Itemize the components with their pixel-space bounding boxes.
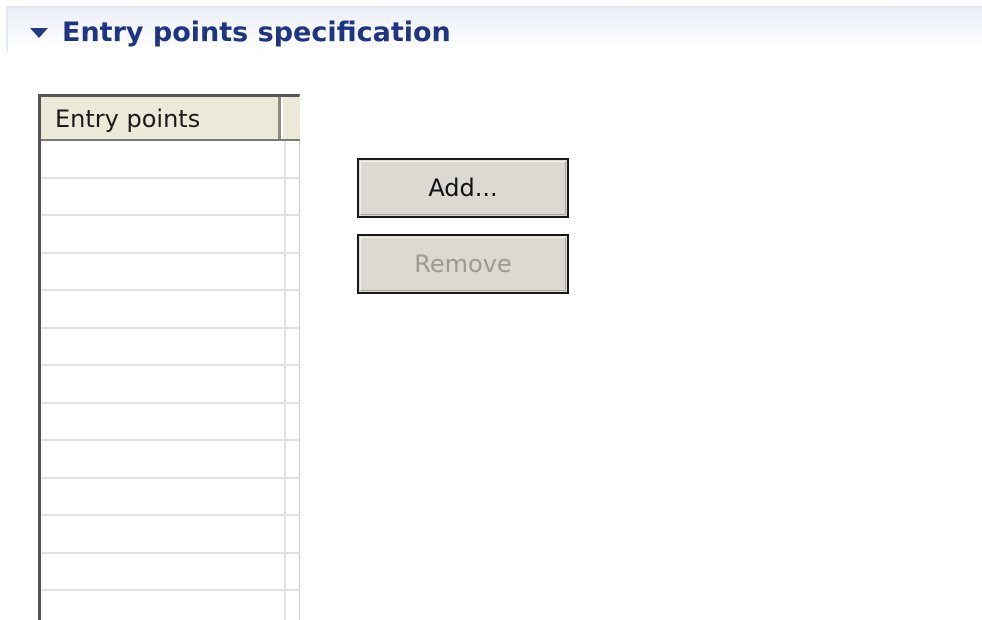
table-row[interactable]: [41, 554, 300, 591]
column-header-label: Entry points: [55, 105, 201, 133]
table-row[interactable]: [41, 441, 300, 479]
table-rows: [41, 141, 300, 620]
table-row[interactable]: [41, 516, 300, 554]
table-row[interactable]: [41, 479, 300, 516]
table-row[interactable]: [41, 404, 300, 441]
table-row[interactable]: [41, 216, 300, 254]
table-row[interactable]: [41, 291, 300, 329]
table-row[interactable]: [41, 254, 300, 291]
column-header-entry-points[interactable]: Entry points: [41, 97, 281, 139]
add-button-label: Add...: [428, 174, 498, 202]
column-header-filler: [281, 97, 300, 139]
entry-points-table[interactable]: Entry points: [38, 94, 300, 620]
table-header: Entry points: [41, 97, 300, 141]
table-row[interactable]: [41, 329, 300, 366]
remove-button[interactable]: Remove: [357, 234, 569, 294]
table-row[interactable]: [41, 141, 300, 179]
section-title[interactable]: Entry points specification: [62, 16, 451, 50]
table-row[interactable]: [41, 179, 300, 216]
table-row[interactable]: [41, 366, 300, 404]
table-row[interactable]: [41, 591, 300, 620]
section-header[interactable]: Entry points specification: [6, 6, 982, 52]
add-button[interactable]: Add...: [357, 158, 569, 218]
column-divider: [284, 141, 286, 620]
expand-collapse-triangle-icon[interactable]: [30, 28, 48, 38]
entry-points-panel: Entry points specification Entry points: [0, 0, 982, 620]
remove-button-label: Remove: [414, 250, 512, 278]
